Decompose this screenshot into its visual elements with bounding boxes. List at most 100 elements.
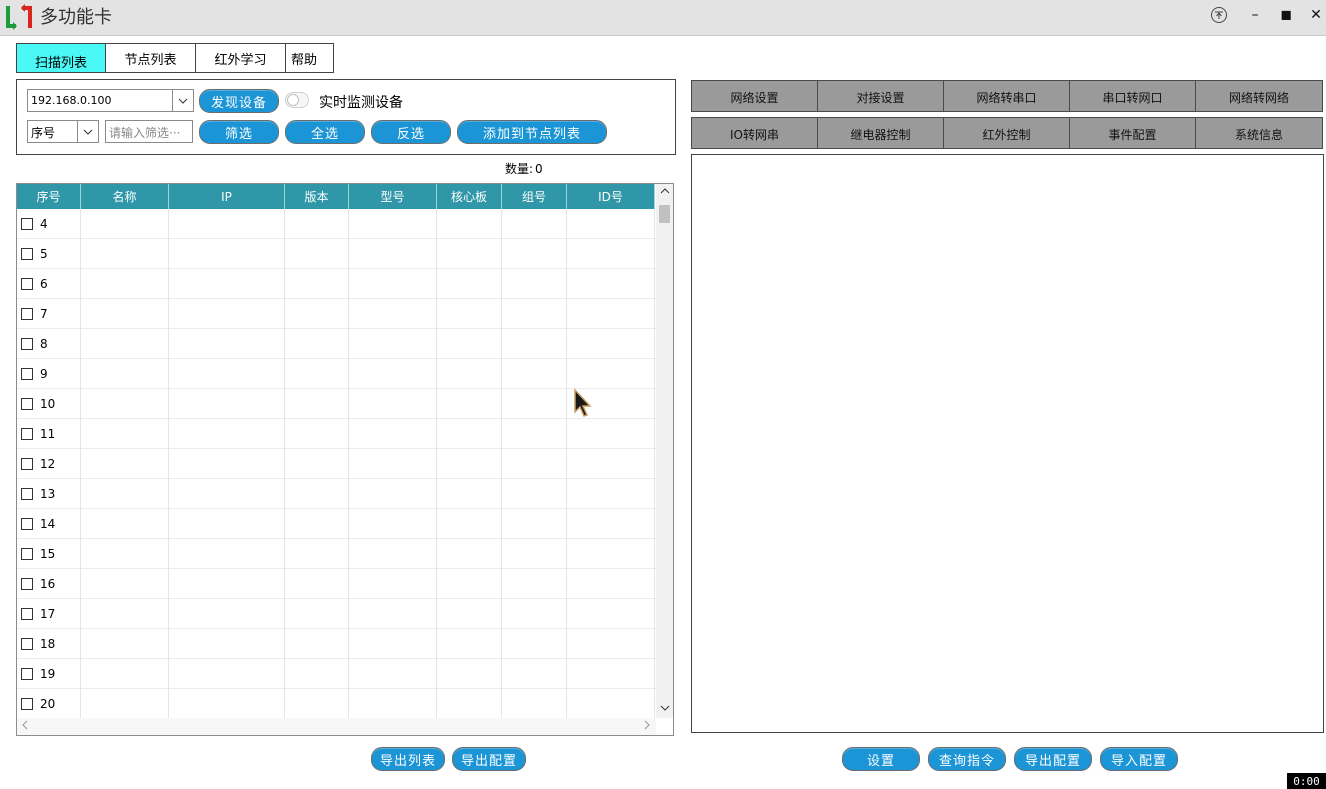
row-index-cell: 7 — [17, 299, 81, 329]
scroll-right-icon[interactable] — [643, 719, 651, 734]
row-checkbox[interactable] — [21, 308, 33, 320]
column-header[interactable]: 序号 — [17, 184, 81, 209]
export-config-button[interactable]: 导出配置 — [452, 747, 526, 771]
tab-net-to-serial[interactable]: 网络转串口 — [943, 80, 1070, 112]
table-row[interactable]: 6 — [17, 269, 656, 299]
table-row[interactable]: 8 — [17, 329, 656, 359]
row-checkbox[interactable] — [21, 398, 33, 410]
table-row[interactable]: 19 — [17, 659, 656, 689]
table-cell — [567, 539, 655, 569]
tab-serial-to-net[interactable]: 串口转网口 — [1069, 80, 1196, 112]
row-checkbox[interactable] — [21, 338, 33, 350]
row-checkbox[interactable] — [21, 458, 33, 470]
row-checkbox[interactable] — [21, 278, 33, 290]
row-checkbox[interactable] — [21, 248, 33, 260]
table-row[interactable]: 13 — [17, 479, 656, 509]
row-checkbox[interactable] — [21, 638, 33, 650]
import-config-button[interactable]: 导入配置 — [1100, 747, 1178, 771]
row-checkbox[interactable] — [21, 368, 33, 380]
table-cell — [502, 389, 567, 419]
row-checkbox[interactable] — [21, 608, 33, 620]
column-header[interactable]: 名称 — [81, 184, 169, 209]
tab-io-to-net-serial[interactable]: IO转网串 — [691, 117, 818, 149]
set-button[interactable]: 设置 — [842, 747, 920, 771]
table-cell — [502, 299, 567, 329]
horizontal-scrollbar[interactable] — [17, 718, 656, 735]
tab-help[interactable]: 帮助 — [285, 43, 334, 73]
table-row[interactable]: 11 — [17, 419, 656, 449]
tab-ir-control[interactable]: 红外控制 — [943, 117, 1070, 149]
table-cell — [437, 299, 502, 329]
device-count: 数量: 0 — [503, 160, 543, 177]
column-header[interactable]: 型号 — [349, 184, 437, 209]
tab-net-to-net[interactable]: 网络转网络 — [1195, 80, 1323, 112]
table-row[interactable]: 7 — [17, 299, 656, 329]
query-command-button[interactable]: 查询指令 — [928, 747, 1006, 771]
invert-selection-button[interactable]: 反选 — [371, 120, 451, 144]
table-cell — [349, 479, 437, 509]
monitor-toggle[interactable] — [285, 92, 309, 108]
row-checkbox[interactable] — [21, 488, 33, 500]
table-cell — [81, 599, 169, 629]
column-header[interactable]: 核心板 — [437, 184, 502, 209]
vertical-scrollbar[interactable] — [656, 184, 673, 718]
table-cell — [81, 329, 169, 359]
select-all-button[interactable]: 全选 — [285, 120, 365, 144]
table-cell — [437, 389, 502, 419]
row-checkbox[interactable] — [21, 518, 33, 530]
table-row[interactable]: 10 — [17, 389, 656, 419]
close-button[interactable]: ✕ — [1305, 4, 1326, 26]
table-row[interactable]: 12 — [17, 449, 656, 479]
tab-relay-control[interactable]: 继电器控制 — [817, 117, 944, 149]
export-list-button[interactable]: 导出列表 — [371, 747, 445, 771]
tab-network-settings[interactable]: 网络设置 — [691, 80, 818, 112]
scrollbar-thumb[interactable] — [659, 205, 670, 223]
column-header[interactable]: 组号 — [502, 184, 567, 209]
sort-select[interactable]: 序号 — [27, 120, 99, 143]
table-row[interactable]: 5 — [17, 239, 656, 269]
monitor-label: 实时监测设备 — [319, 95, 403, 111]
table-cell — [502, 239, 567, 269]
export-config-button[interactable]: 导出配置 — [1014, 747, 1092, 771]
column-header[interactable]: ID号 — [567, 184, 655, 209]
table-row[interactable]: 14 — [17, 509, 656, 539]
pin-icon[interactable] — [1208, 4, 1230, 26]
ip-select[interactable]: 192.168.0.100 — [27, 89, 194, 112]
table-cell — [169, 359, 285, 389]
row-checkbox[interactable] — [21, 428, 33, 440]
table-row[interactable]: 4 — [17, 209, 656, 239]
column-header[interactable]: 版本 — [285, 184, 349, 209]
scroll-left-icon[interactable] — [21, 719, 29, 734]
tab-event-config[interactable]: 事件配置 — [1069, 117, 1196, 149]
column-header[interactable]: IP — [169, 184, 285, 209]
tab-scan-list[interactable]: 扫描列表 — [16, 43, 106, 73]
maximize-button[interactable]: ◼ — [1275, 4, 1297, 26]
device-table: 序号 名称 IP 版本 型号 核心板 组号 ID号 4 5 6 7 8 9 10 11 12 13… — [16, 183, 674, 736]
chevron-down-icon[interactable] — [77, 121, 98, 142]
add-to-node-list-button[interactable]: 添加到节点列表 — [457, 120, 607, 144]
table-row[interactable]: 9 — [17, 359, 656, 389]
discover-devices-button[interactable]: 发现设备 — [199, 89, 279, 113]
tab-docking-settings[interactable]: 对接设置 — [817, 80, 944, 112]
row-checkbox[interactable] — [21, 668, 33, 680]
row-checkbox[interactable] — [21, 218, 33, 230]
scroll-down-icon[interactable] — [656, 701, 673, 718]
scroll-up-icon[interactable] — [656, 184, 673, 201]
filter-button[interactable]: 筛选 — [199, 120, 279, 144]
table-cell — [437, 479, 502, 509]
table-row[interactable]: 20 — [17, 689, 656, 719]
tab-node-list[interactable]: 节点列表 — [105, 43, 196, 73]
chevron-down-icon[interactable] — [172, 90, 193, 111]
tab-system-info[interactable]: 系统信息 — [1195, 117, 1323, 149]
table-row[interactable]: 15 — [17, 539, 656, 569]
table-row[interactable]: 16 — [17, 569, 656, 599]
filter-input[interactable]: 请输入筛选··· — [105, 120, 193, 143]
table-row[interactable]: 17 — [17, 599, 656, 629]
row-checkbox[interactable] — [21, 698, 33, 710]
row-index-cell: 9 — [17, 359, 81, 389]
minimize-button[interactable]: – — [1244, 4, 1266, 26]
tab-ir-learning[interactable]: 红外学习 — [195, 43, 286, 73]
row-checkbox[interactable] — [21, 548, 33, 560]
table-row[interactable]: 18 — [17, 629, 656, 659]
row-checkbox[interactable] — [21, 578, 33, 590]
